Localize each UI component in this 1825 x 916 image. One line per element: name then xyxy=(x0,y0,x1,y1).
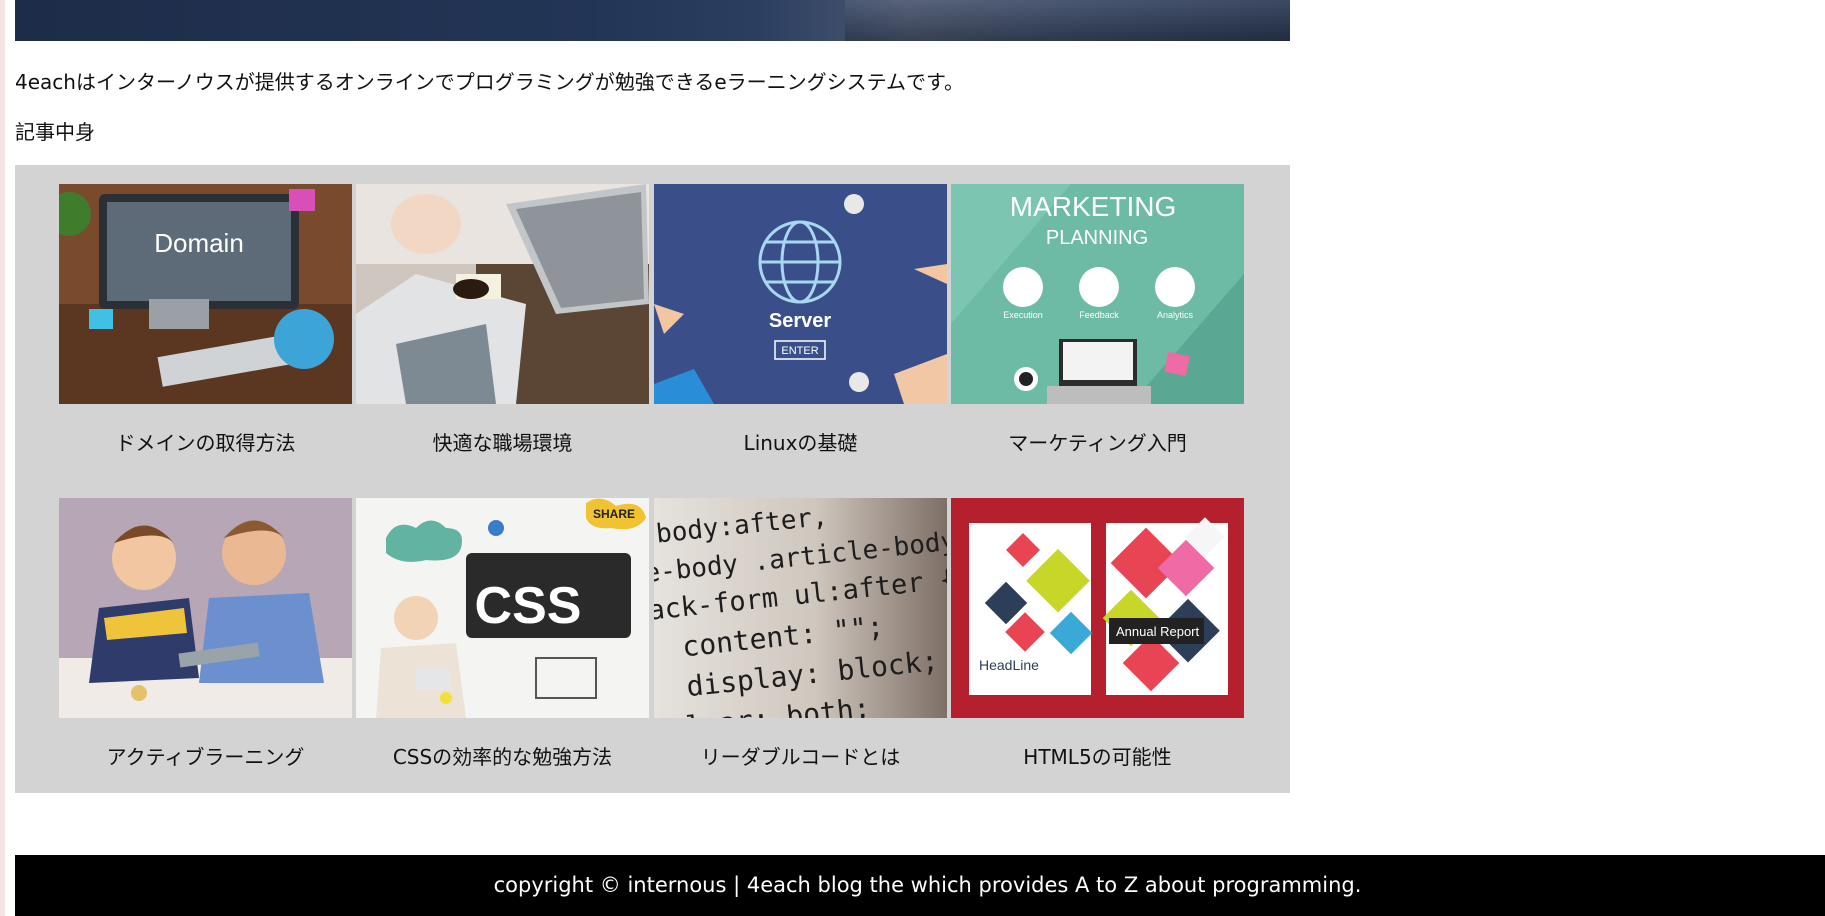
article-thumbnail[interactable] xyxy=(356,184,649,404)
thumbnail-title: MARKETING xyxy=(1010,191,1176,222)
article-title[interactable]: ドメインの取得方法 xyxy=(59,429,352,457)
article-title[interactable]: HTML5の可能性 xyxy=(951,743,1244,771)
article-grid: Domain ドメインの取得方法 快適な職場環境 Server ENTER Li… xyxy=(15,165,1290,793)
article-card-domain[interactable]: Domain ドメインの取得方法 xyxy=(59,184,352,457)
article-title[interactable]: 快適な職場環境 xyxy=(356,429,649,457)
article-title[interactable]: リーダブルコードとは xyxy=(654,743,947,771)
article-card-marketing[interactable]: MARKETING PLANNING Execution Feedback An… xyxy=(951,184,1244,457)
thumbnail-item: Analytics xyxy=(1157,310,1194,320)
thumbnail-button-text: ENTER xyxy=(781,345,818,357)
article-card-linux[interactable]: Server ENTER Linuxの基礎 xyxy=(654,184,947,457)
article-thumbnail[interactable]: -body:after, e-body .article-body-more:a… xyxy=(654,498,947,718)
thumbnail-item: Execution xyxy=(1003,310,1043,320)
article-thumbnail[interactable]: Server ENTER xyxy=(654,184,947,404)
article-title[interactable]: マーケティング入門 xyxy=(951,429,1244,457)
article-title[interactable]: CSSの効率的な勉強方法 xyxy=(356,743,649,771)
article-card-active-learning[interactable]: アクティブラーニング xyxy=(59,498,352,771)
article-thumbnail[interactable]: HeadLine Annual Report xyxy=(951,498,1244,718)
section-title: 記事中身 xyxy=(15,120,95,144)
footer-copyright: copyright © internous | 4each blog the w… xyxy=(493,873,1362,897)
thumbnail-text: CSS xyxy=(475,577,582,635)
footer: copyright © internous | 4each blog the w… xyxy=(15,855,1825,916)
article-thumbnail[interactable]: CSS SHARE xyxy=(356,498,649,718)
article-title[interactable]: アクティブラーニング xyxy=(59,743,352,771)
article-thumbnail[interactable] xyxy=(59,498,352,718)
article-thumbnail[interactable]: MARKETING PLANNING Execution Feedback An… xyxy=(951,184,1244,404)
article-card-readable-code[interactable]: -body:after, e-body .article-body-more:a… xyxy=(654,498,947,771)
left-border xyxy=(0,0,5,916)
intro-text: 4eachはインターノウスが提供するオンラインでプログラミングが勉強できるeラー… xyxy=(15,70,965,94)
thumbnail-text: HeadLine xyxy=(979,657,1039,673)
thumbnail-text: Annual Report xyxy=(1116,624,1199,639)
thumbnail-tag: SHARE xyxy=(593,507,635,521)
hero-banner-image xyxy=(15,0,1290,41)
article-card-css[interactable]: CSS SHARE CSSの効率的な勉強方法 xyxy=(356,498,649,771)
thumbnail-text: Server xyxy=(769,310,831,332)
article-thumbnail[interactable]: Domain xyxy=(59,184,352,404)
article-title[interactable]: Linuxの基礎 xyxy=(654,429,947,457)
article-card-workplace[interactable]: 快適な職場環境 xyxy=(356,184,649,457)
thumbnail-text: Domain xyxy=(154,228,244,258)
thumbnail-item: Feedback xyxy=(1079,310,1119,320)
article-card-html5[interactable]: HeadLine Annual Report HTML5の可能性 xyxy=(951,498,1244,771)
thumbnail-subtitle: PLANNING xyxy=(1046,227,1148,249)
